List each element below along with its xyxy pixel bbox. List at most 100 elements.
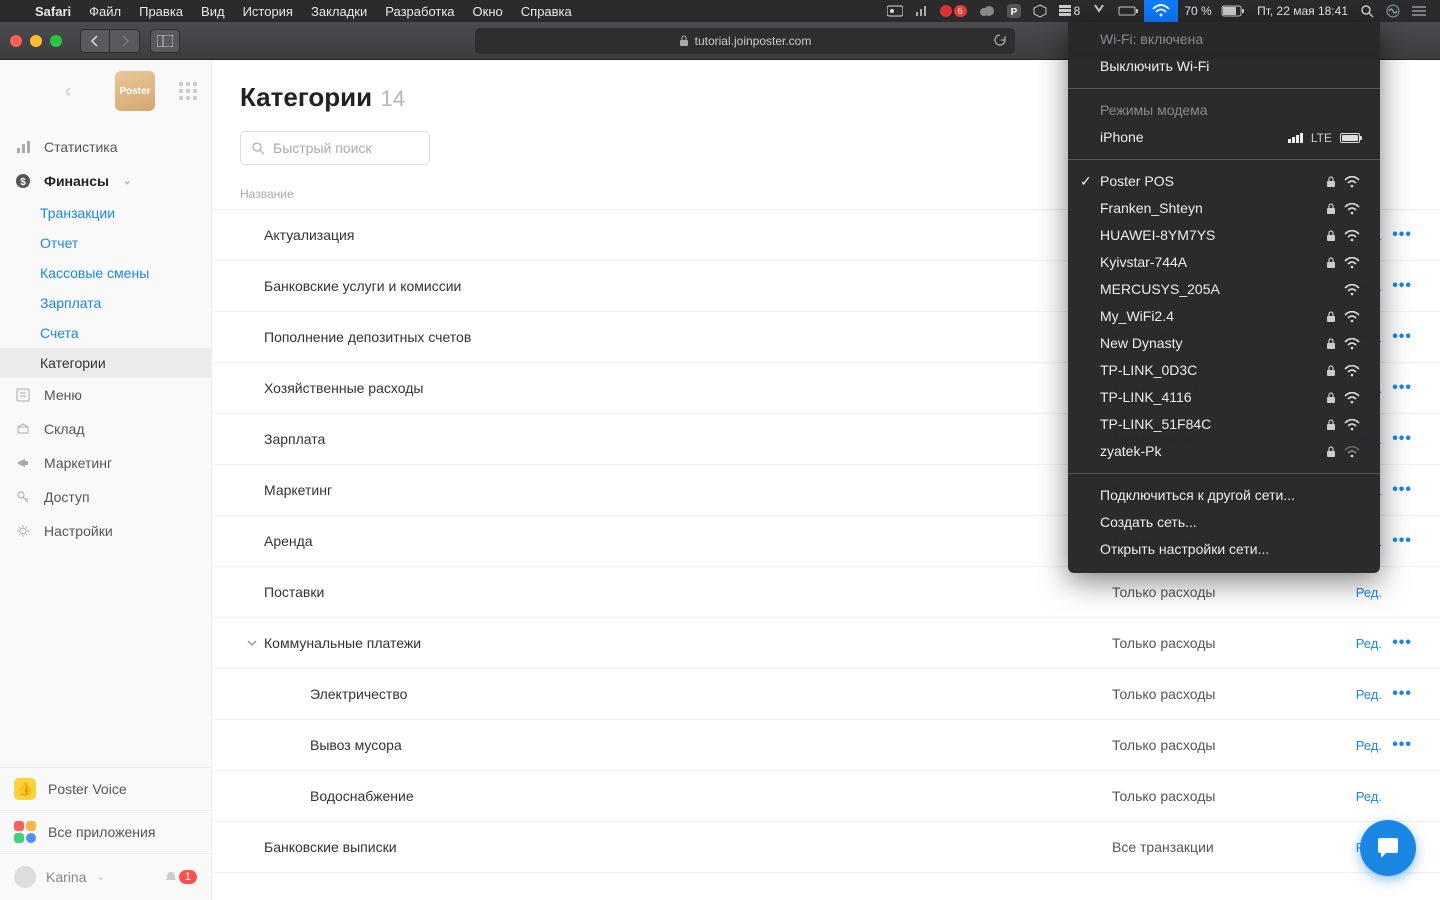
sub-transactions[interactable]: Транзакции [0,198,211,228]
menu-bookmarks[interactable]: Закладки [302,4,376,19]
more-button[interactable]: ••• [1382,736,1412,754]
table-row[interactable]: ВодоснабжениеТолько расходыРед. [212,771,1440,822]
menu-help[interactable]: Справка [512,4,581,19]
nav-menu[interactable]: Меню [0,378,211,412]
tray-wifi-icon[interactable] [1144,0,1178,22]
wifi-network[interactable]: TP-LINK_0D3C [1068,357,1380,384]
url-field[interactable]: tutorial.joinposter.com [475,28,1015,54]
row-name: Пополнение депозитных счетов [264,329,1112,345]
brand-logo[interactable]: Poster [115,71,155,111]
window-controls[interactable] [10,35,62,47]
tray-battery-pct[interactable]: 70 % [1178,4,1251,18]
page-back-icon[interactable]: ‹ [65,81,71,102]
nav-stock[interactable]: Склад [0,412,211,446]
tray-battery2-icon[interactable] [1112,5,1144,17]
tray-cloud-icon[interactable] [973,5,1001,17]
wifi-network[interactable]: TP-LINK_51F84C [1068,411,1380,438]
notifications[interactable]: 1 [164,870,197,884]
tray-notification-center-icon[interactable] [1406,5,1432,17]
network-name: Poster POS [1100,171,1174,192]
menu-history[interactable]: История [234,4,302,19]
user-row[interactable]: Karina ⌄ 1 [0,853,211,900]
table-row[interactable]: Банковские выпискиВсе транзакцииРед. [212,822,1440,873]
table-row[interactable]: Коммунальные платежиТолько расходыРед.••… [212,618,1440,669]
wifi-network[interactable]: MERCUSYS_205A [1068,276,1380,303]
refresh-icon[interactable] [994,34,1007,47]
hotspot-iphone[interactable]: iPhone LTE [1068,124,1380,151]
lock-icon [1326,230,1336,242]
poster-voice[interactable]: 👍 Poster Voice [0,767,211,810]
tray-bars-icon[interactable] [909,5,933,17]
sub-accounts[interactable]: Счета [0,318,211,348]
wifi-toggle[interactable]: Выключить Wi-Fi [1068,53,1380,80]
edit-link[interactable]: Ред. [1332,585,1382,600]
sub-shifts[interactable]: Кассовые смены [0,258,211,288]
forward-button[interactable] [110,29,140,53]
wifi-network[interactable]: ✓Poster POS [1068,168,1380,195]
wifi-network[interactable]: Kyivstar-744A [1068,249,1380,276]
tray-spotlight-icon[interactable] [1354,4,1380,18]
table-row[interactable]: ЭлектричествоТолько расходыРед.••• [212,669,1440,720]
row-type: Только расходы [1112,686,1332,702]
nav-settings[interactable]: Настройки [0,514,211,548]
more-button[interactable]: ••• [1382,532,1412,550]
more-button[interactable]: ••• [1382,481,1412,499]
wifi-status: Wi-Fi: включена [1068,26,1380,53]
nav-access[interactable]: Доступ [0,480,211,514]
tray-stack-icon[interactable]: 8 [1053,4,1087,18]
edit-link[interactable]: Ред. [1332,789,1382,804]
edit-link[interactable]: Ред. [1332,636,1382,651]
search-input[interactable]: Быстрый поиск [240,131,430,165]
tray-zoom-icon[interactable] [881,5,909,17]
menu-view[interactable]: Вид [192,4,234,19]
tray-notif-icon[interactable]: 6 [933,4,973,18]
edit-link[interactable]: Ред. [1332,738,1382,753]
expand-icon[interactable] [240,637,264,649]
more-button[interactable]: ••• [1382,634,1412,652]
wifi-menu: Wi-Fi: включена Выключить Wi-Fi Режимы м… [1068,22,1380,573]
finance-icon: $ [14,173,32,189]
nav-stats[interactable]: Статистика [0,130,211,164]
wifi-network[interactable]: Franken_Shteyn [1068,195,1380,222]
nav-finance[interactable]: $ Финансы ⌄ [0,164,211,198]
more-button[interactable]: ••• [1382,379,1412,397]
tray-siri-icon[interactable] [1380,4,1406,18]
app-menu[interactable]: Safari [26,4,80,19]
nav-marketing[interactable]: Маркетинг [0,446,211,480]
more-button[interactable]: ••• [1382,430,1412,448]
signal-icon [1288,133,1303,143]
wifi-network[interactable]: HUAWEI-8YM7YS [1068,222,1380,249]
apps-grid-icon[interactable] [179,82,197,100]
wifi-network[interactable]: My_WiFi2.4 [1068,303,1380,330]
wifi-create[interactable]: Создать сеть... [1068,509,1380,536]
back-button[interactable] [80,29,110,53]
wifi-network[interactable]: New Dynasty [1068,330,1380,357]
sidebar-bottom: 👍 Poster Voice Все приложения Karina ⌄ 1 [0,767,211,900]
more-button[interactable]: ••• [1382,226,1412,244]
menu-window[interactable]: Окно [464,4,512,19]
sub-categories[interactable]: Категории [0,348,211,378]
more-button[interactable]: ••• [1382,328,1412,346]
chat-button[interactable] [1360,820,1416,876]
all-apps[interactable]: Все приложения [0,810,211,853]
tray-cube-icon[interactable] [1027,4,1053,18]
table-row[interactable]: ПоставкиТолько расходыРед. [212,567,1440,618]
menu-edit[interactable]: Правка [130,4,192,19]
more-button[interactable]: ••• [1382,685,1412,703]
menu-develop[interactable]: Разработка [376,4,463,19]
wifi-prefs[interactable]: Открыть настройки сети... [1068,536,1380,563]
tray-teams-icon[interactable] [1086,4,1112,18]
sub-report[interactable]: Отчет [0,228,211,258]
wifi-network[interactable]: zyatek-Pk [1068,438,1380,465]
sidebar-toggle[interactable] [150,29,180,53]
wifi-network[interactable]: TP-LINK_4116 [1068,384,1380,411]
tray-p-icon[interactable]: P [1001,4,1027,18]
tray-datetime[interactable]: Пт, 22 мая 18:41 [1251,4,1354,18]
wifi-other[interactable]: Подключиться к другой сети... [1068,482,1380,509]
menu-file[interactable]: Файл [80,4,130,19]
network-name: HUAWEI-8YM7YS [1100,225,1215,246]
more-button[interactable]: ••• [1382,277,1412,295]
edit-link[interactable]: Ред. [1332,687,1382,702]
sub-salary[interactable]: Зарплата [0,288,211,318]
table-row[interactable]: Вывоз мусораТолько расходыРед.••• [212,720,1440,771]
